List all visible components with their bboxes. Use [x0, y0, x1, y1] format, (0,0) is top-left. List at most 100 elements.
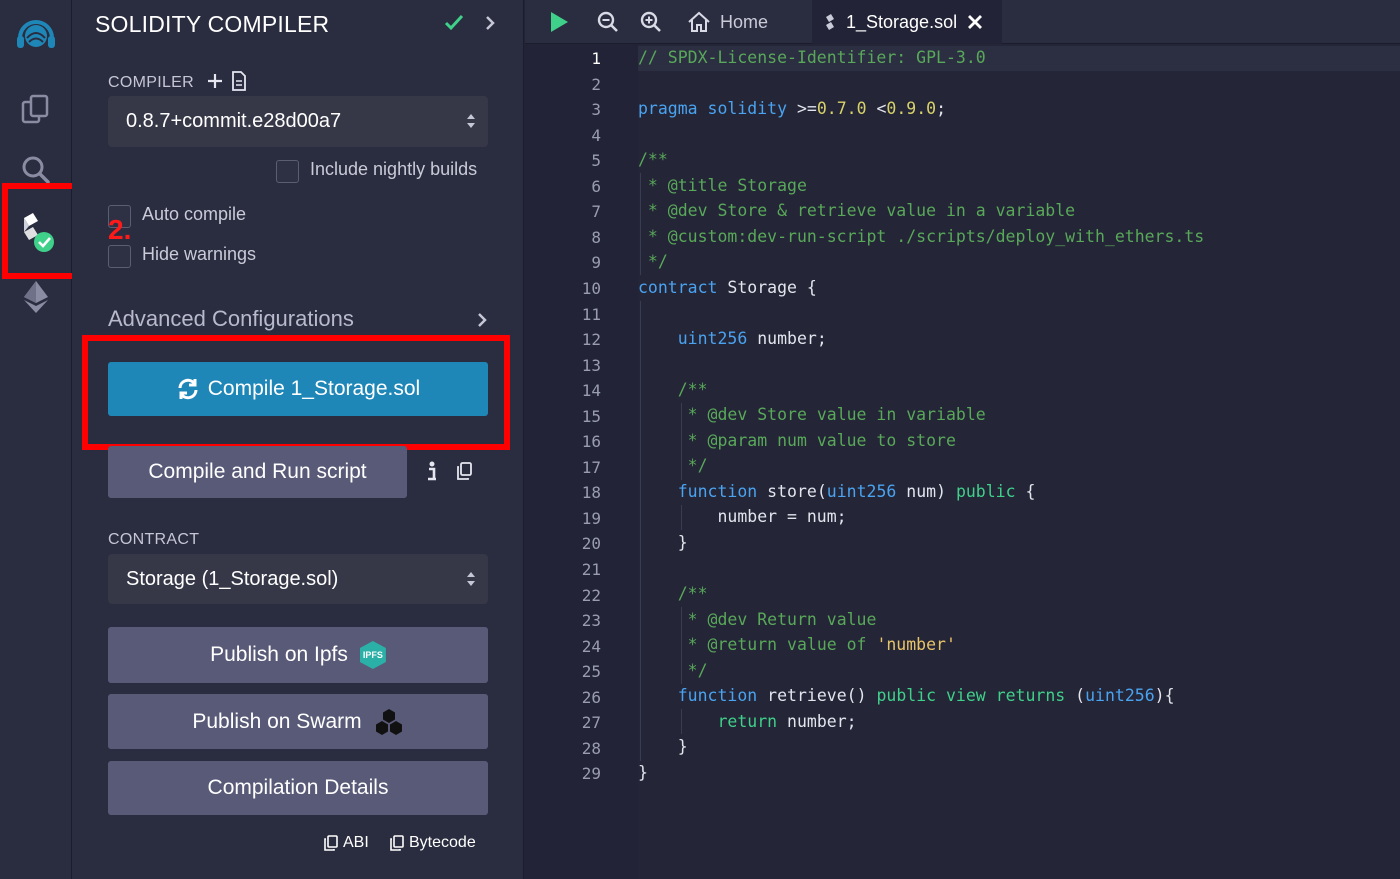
chevron-right-icon[interactable] [484, 15, 496, 36]
line-number: 25 [581, 662, 601, 682]
line-number: 5 [591, 151, 601, 171]
copy-icon[interactable] [456, 462, 472, 485]
code-line-28: } [638, 737, 688, 756]
close-icon[interactable] [967, 14, 983, 30]
contract-select-value: Storage (1_Storage.sol) [126, 567, 339, 590]
code-line-12: uint256 number; [677, 329, 827, 348]
line-number: 11 [581, 304, 601, 324]
code-line-5: /** [638, 150, 668, 169]
code-area[interactable]: // SPDX-License-Identifier: GPL-3.0 prag… [638, 44, 1400, 879]
publish-swarm-label: Publish on Swarm [192, 709, 362, 733]
line-number: 19 [581, 508, 601, 528]
panel-title: SOLIDITY COMPILER [95, 11, 330, 37]
add-compiler-icon[interactable] [206, 72, 224, 95]
run-script-icon[interactable] [545, 8, 573, 36]
line-number: 1 [591, 49, 601, 68]
code-line-20: } [638, 533, 688, 552]
line-number: 22 [581, 585, 601, 605]
compilation-details-button[interactable]: Compilation Details [108, 761, 488, 815]
bytecode-copy-button[interactable]: Bytecode [390, 834, 476, 852]
line-number: 12 [581, 330, 601, 350]
deploy-run-icon[interactable] [14, 275, 58, 319]
abi-copy-button[interactable]: ABI [324, 834, 369, 852]
line-number: 13 [581, 355, 601, 375]
highlight-box-compile-button [82, 335, 510, 450]
code-line-29: } [638, 763, 648, 782]
chevron-right-icon[interactable] [476, 312, 488, 333]
publish-ipfs-label: Publish on Ipfs [210, 643, 348, 666]
line-number: 6 [591, 176, 601, 196]
code-line-7: * @dev Store & retrieve value in a varia… [638, 201, 1076, 220]
compiler-label: COMPILER [108, 74, 194, 91]
contract-select[interactable]: Storage (1_Storage.sol) [108, 554, 488, 604]
file-explorer-icon[interactable] [14, 87, 58, 131]
zoom-in-icon[interactable] [637, 8, 665, 36]
compiler-version-select[interactable]: 0.8.7+commit.e28d00a7 [108, 96, 488, 147]
code-line-8: * @custom:dev-run-script ./scripts/deplo… [638, 227, 1205, 246]
code-line-3: pragma solidity >=0.7.0 <0.9.0; [638, 99, 946, 118]
line-number: 7 [591, 202, 601, 222]
select-arrows-icon [466, 111, 476, 137]
auto-compile-label: Auto compile [142, 204, 247, 224]
line-number: 15 [581, 406, 601, 426]
publish-swarm-button[interactable]: Publish on Swarm [108, 694, 488, 749]
hide-warnings-label: Hide warnings [142, 244, 257, 264]
code-editor[interactable]: 3. 1234567891011121314151617181920212223… [525, 44, 1400, 879]
line-number: 3 [591, 100, 601, 120]
line-number: 9 [591, 253, 601, 273]
compiler-version-value: 0.8.7+commit.e28d00a7 [126, 110, 342, 132]
advanced-configurations-toggle[interactable]: Advanced Configurations [108, 306, 354, 332]
compile-and-run-button[interactable]: Compile and Run script [108, 446, 407, 498]
line-number: 29 [581, 764, 601, 784]
tab-file-label: 1_Storage.sol [846, 11, 958, 32]
line-number: 17 [581, 457, 601, 477]
editor-tab-bar: Home 1_Storage.sol [525, 0, 1400, 44]
code-line-19: number = num; [638, 507, 847, 526]
code-line-16: * @param num value to store [677, 431, 956, 450]
step-2-annotation: 2. [108, 214, 132, 245]
include-nightly-checkbox[interactable] [276, 160, 299, 183]
code-line-1: // SPDX-License-Identifier: GPL-3.0 [638, 48, 986, 67]
include-nightly-label: Include nightly builds [310, 159, 478, 179]
code-line-9: */ [638, 252, 668, 271]
code-line-25: */ [677, 661, 708, 680]
info-icon[interactable] [426, 461, 438, 486]
code-line-10: contract Storage { [638, 278, 817, 297]
zoom-out-icon[interactable] [594, 8, 622, 36]
code-line-18: function store(uint256 num) public { [677, 482, 1036, 501]
home-icon [687, 11, 711, 33]
compiled-check-icon [444, 13, 464, 38]
document-icon[interactable] [231, 71, 247, 96]
code-line-24: * @return value of 'number' [677, 635, 956, 654]
code-line-23: * @dev Return value [677, 610, 877, 629]
select-arrows-icon [466, 569, 476, 595]
line-number: 24 [581, 636, 601, 656]
code-line-26: function retrieve() public view returns … [677, 686, 1175, 705]
ipfs-icon: IPFS [359, 641, 386, 669]
line-number: 18 [581, 483, 601, 503]
copy-icon [324, 835, 338, 851]
line-number: 8 [591, 227, 601, 247]
icon-rail [0, 0, 72, 879]
code-line-22: /** [677, 584, 708, 603]
remix-logo-icon[interactable] [14, 12, 58, 56]
line-number: 4 [591, 125, 601, 145]
highlight-box-compiler-tab [2, 183, 82, 279]
line-number: 14 [581, 381, 601, 401]
hide-warnings-checkbox[interactable] [108, 245, 131, 268]
line-number: 2 [591, 74, 601, 94]
tab-home-label: Home [720, 11, 769, 32]
swarm-icon [374, 707, 404, 737]
line-number: 23 [581, 611, 601, 631]
line-number: 27 [581, 713, 601, 733]
line-number: 16 [581, 432, 601, 452]
line-number: 20 [581, 534, 601, 554]
code-line-14: /** [677, 380, 708, 399]
tab-home[interactable]: Home [687, 0, 811, 44]
code-line-27: return number; [717, 712, 857, 731]
line-number: 28 [581, 738, 601, 758]
publish-ipfs-button[interactable]: Publish on Ipfs IPFS [108, 627, 488, 683]
tab-1-storage-sol[interactable]: 1_Storage.sol [812, 0, 1002, 44]
contract-label: CONTRACT [108, 531, 200, 548]
bytecode-label: Bytecode [409, 834, 476, 851]
